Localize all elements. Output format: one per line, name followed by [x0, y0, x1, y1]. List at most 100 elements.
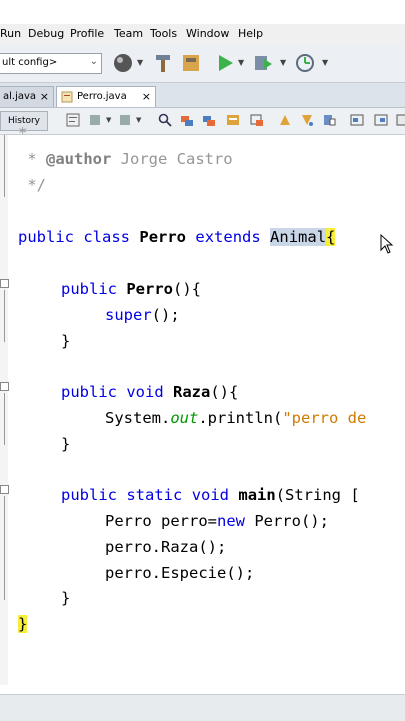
navigate-forward-icon[interactable] [118, 113, 132, 127]
fold-toggle-raza[interactable] [0, 382, 9, 391]
code-line: */ [18, 176, 46, 194]
code-token: * [18, 150, 46, 168]
code-token: public [61, 486, 117, 504]
code-line: perro.Especie(); [105, 564, 255, 582]
mouse-pointer-icon [380, 234, 394, 254]
code-token: @author [46, 150, 112, 168]
menu-tools[interactable]: Tools [150, 27, 177, 40]
code-line: } [61, 332, 71, 350]
chevron-down-icon[interactable]: ▼ [238, 58, 244, 67]
chevron-down-icon[interactable]: ▼ [280, 58, 286, 67]
fold-line [4, 290, 5, 342]
code-token: Raza [173, 383, 211, 401]
chevron-down-icon[interactable]: ▼ [137, 58, 143, 67]
code-token: class [83, 228, 131, 246]
chevron-down-icon: ⌄ [89, 56, 98, 67]
code-token: System. [105, 409, 171, 427]
code-token: Jorge Castro [111, 150, 233, 168]
tab-label: al.java [3, 91, 37, 102]
menu-team[interactable]: Team [114, 27, 143, 40]
status-bar [0, 694, 405, 721]
code-token: Perro [126, 280, 174, 298]
close-icon[interactable]: × [40, 87, 49, 107]
code-token: super [105, 306, 152, 324]
next-bookmark-icon[interactable] [300, 113, 314, 127]
code-line: public Perro(){ [61, 280, 201, 298]
globe-icon[interactable] [112, 52, 134, 74]
find-next-icon[interactable] [202, 113, 216, 127]
source-icon[interactable] [66, 113, 80, 127]
code-token: (); [151, 306, 180, 324]
comment-icon[interactable] [396, 113, 405, 127]
code-token: void [126, 383, 164, 401]
editor-toolbar: History ▼ ▼ [0, 108, 405, 135]
fold-line [4, 393, 5, 445]
code-token: public [61, 383, 117, 401]
shift-left-icon[interactable] [350, 113, 364, 127]
clean-build-icon[interactable] [180, 52, 202, 74]
code-token: Animal [270, 228, 327, 246]
code-token: (String [ [275, 486, 360, 504]
toggle-rectangle-icon[interactable] [250, 113, 264, 127]
code-line: perro.Raza(); [105, 538, 227, 556]
code-token: new [216, 512, 245, 530]
tab-perro-java[interactable]: Perro.java × [56, 86, 156, 107]
navigate-back-icon[interactable] [88, 113, 102, 127]
code-line: } [61, 435, 71, 453]
code-line: Perro perro=new Perro(); [105, 512, 329, 530]
toggle-highlight-icon[interactable] [226, 113, 240, 127]
code-token: * [18, 124, 28, 142]
menu-bar: Run Debug Profile Team Tools Window Help [0, 24, 405, 44]
run-icon[interactable] [214, 52, 236, 74]
fold-line [4, 496, 5, 600]
code-token: static [126, 486, 183, 504]
fold-toggle-constructor[interactable] [0, 279, 9, 288]
code-line: public class Perro extends Animal{ [18, 228, 336, 246]
java-file-icon [61, 91, 73, 103]
code-line: } [61, 589, 71, 607]
code-token: (){ [173, 280, 202, 298]
config-select-value: ult config> [2, 57, 58, 68]
config-select[interactable]: ult config> ⌄ [0, 53, 102, 74]
toggle-bookmark-icon[interactable] [322, 113, 336, 127]
fold-line [4, 135, 5, 197]
code-token: } [18, 615, 28, 633]
profile-icon[interactable] [294, 52, 316, 74]
chevron-down-icon[interactable]: ▼ [106, 116, 111, 124]
code-token: main [238, 486, 276, 504]
menu-profile[interactable]: Profile [70, 27, 104, 40]
code-token: void [191, 486, 230, 504]
fold-toggle-main[interactable] [0, 485, 9, 494]
hammer-icon[interactable] [152, 52, 174, 74]
main-toolbar: ult config> ⌄ ▼ ▼ ▼ ▼ [0, 44, 405, 83]
code-token: extends [195, 228, 261, 246]
search-icon[interactable] [158, 113, 172, 127]
code-line: super(); [105, 306, 180, 324]
code-token: .println( [198, 409, 283, 427]
code-token: out [170, 409, 199, 427]
code-token: public [61, 280, 117, 298]
code-token: public [18, 228, 74, 246]
code-line: } [18, 615, 28, 633]
code-line: public void Raza(){ [61, 383, 238, 401]
code-token: Perro perro= [105, 512, 217, 530]
close-icon[interactable]: × [142, 87, 151, 107]
code-line: * @author Jorge Castro [18, 150, 233, 168]
menu-run[interactable]: Run [0, 27, 21, 40]
code-line: * [18, 124, 27, 142]
tab-label: Perro.java [77, 91, 127, 102]
chevron-down-icon[interactable]: ▼ [322, 58, 328, 67]
code-token: (){ [210, 383, 239, 401]
tab-animal-java[interactable]: al.java × [0, 86, 54, 107]
menu-help[interactable]: Help [238, 27, 263, 40]
menu-window[interactable]: Window [186, 27, 229, 40]
code-token: Perro(); [244, 512, 329, 530]
previous-bookmark-icon[interactable] [278, 113, 292, 127]
code-line: System.out.println("perro de [105, 409, 366, 427]
shift-right-icon[interactable] [374, 113, 388, 127]
find-previous-icon[interactable] [180, 113, 194, 127]
code-line: public static void main(String [ [61, 486, 360, 504]
menu-debug[interactable]: Debug [28, 27, 64, 40]
debug-icon[interactable] [252, 52, 274, 74]
chevron-down-icon[interactable]: ▼ [136, 116, 141, 124]
